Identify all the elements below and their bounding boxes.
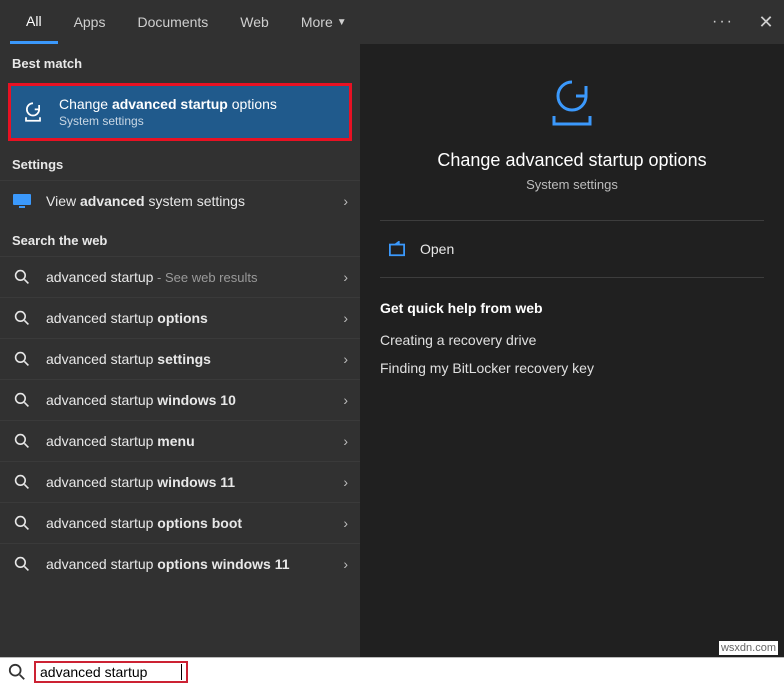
- help-link[interactable]: Creating a recovery drive: [360, 326, 784, 354]
- chevron-right-icon: ›: [343, 392, 348, 408]
- wr-plain: advanced startup: [46, 556, 157, 572]
- settings-row-pre: View: [46, 193, 80, 209]
- filter-tab-bar: All Apps Documents Web More ▼ ··· ✕: [0, 0, 784, 44]
- preview-pane: Change advanced startup options System s…: [360, 44, 784, 657]
- section-best-match: Best match: [0, 44, 360, 79]
- wr-bold: windows 10: [157, 392, 236, 408]
- search-icon: [12, 431, 32, 451]
- tab-all[interactable]: All: [10, 0, 58, 44]
- best-match-text: Change advanced startup options System s…: [59, 96, 341, 128]
- monitor-icon: [12, 191, 32, 211]
- divider: [380, 220, 764, 221]
- settings-result-row[interactable]: View advanced system settings ›: [0, 180, 360, 221]
- search-input-highlight: [34, 661, 188, 683]
- wr-plain: advanced startup: [46, 351, 157, 367]
- preview-title: Change advanced startup options: [437, 150, 706, 171]
- chevron-right-icon: ›: [343, 474, 348, 490]
- web-result-row[interactable]: advanced startup windows 10 ›: [0, 379, 360, 420]
- web-result-row[interactable]: advanced startup - See web results ›: [0, 256, 360, 297]
- web-result-row[interactable]: advanced startup options ›: [0, 297, 360, 338]
- open-icon: [388, 241, 406, 257]
- recovery-icon: [540, 72, 604, 136]
- tab-more-label: More: [301, 14, 333, 30]
- best-match-result[interactable]: Change advanced startup options System s…: [8, 83, 352, 141]
- help-header: Get quick help from web: [360, 284, 784, 326]
- open-action[interactable]: Open: [360, 227, 784, 271]
- search-icon: [12, 390, 32, 410]
- preview-header: Change advanced startup options System s…: [360, 44, 784, 214]
- text-cursor: [181, 664, 182, 680]
- chevron-right-icon: ›: [343, 269, 348, 285]
- search-icon: [12, 349, 32, 369]
- settings-row-post: system settings: [145, 193, 245, 209]
- bm-title-post: options: [228, 96, 277, 112]
- close-icon[interactable]: ✕: [756, 12, 776, 33]
- windows-search-panel: All Apps Documents Web More ▼ ··· ✕ Best…: [0, 0, 784, 657]
- web-result-row[interactable]: advanced startup windows 11 ›: [0, 461, 360, 502]
- open-label: Open: [420, 241, 454, 257]
- wr-bold: settings: [157, 351, 211, 367]
- search-icon: [12, 554, 32, 574]
- wr-plain: advanced startup: [46, 392, 157, 408]
- chevron-down-icon: ▼: [337, 17, 347, 28]
- tab-apps[interactable]: Apps: [58, 0, 122, 44]
- watermark: wsxdn.com: [719, 641, 778, 655]
- wr-plain: advanced startup: [46, 310, 157, 326]
- chevron-right-icon: ›: [343, 515, 348, 531]
- wr-muted: - See web results: [153, 270, 257, 285]
- tab-documents[interactable]: Documents: [121, 0, 224, 44]
- wr-plain: advanced startup: [46, 474, 157, 490]
- results-list-pane: Best match Change advanced startup optio…: [0, 44, 360, 657]
- section-search-web: Search the web: [0, 221, 360, 256]
- chevron-right-icon: ›: [343, 310, 348, 326]
- wr-bold: menu: [157, 433, 194, 449]
- search-input[interactable]: [40, 664, 180, 680]
- tab-web[interactable]: Web: [224, 0, 285, 44]
- results-body: Best match Change advanced startup optio…: [0, 44, 784, 657]
- section-settings: Settings: [0, 145, 360, 180]
- wr-bold: options: [157, 310, 208, 326]
- chevron-right-icon: ›: [343, 433, 348, 449]
- settings-row-bold: advanced: [80, 193, 145, 209]
- bm-title-pre: Change: [59, 96, 112, 112]
- web-result-row[interactable]: advanced startup options windows 11 ›: [0, 543, 360, 584]
- wr-bold: options windows 11: [157, 556, 289, 572]
- chevron-right-icon: ›: [343, 193, 348, 209]
- web-result-row[interactable]: advanced startup menu ›: [0, 420, 360, 461]
- wr-bold: options boot: [157, 515, 242, 531]
- search-icon: [12, 472, 32, 492]
- more-options-icon[interactable]: ···: [712, 13, 734, 31]
- search-icon: [12, 308, 32, 328]
- search-icon: [8, 663, 26, 681]
- help-link[interactable]: Finding my BitLocker recovery key: [360, 354, 784, 382]
- search-icon: [12, 267, 32, 287]
- wr-plain: advanced startup: [46, 515, 157, 531]
- tab-more[interactable]: More ▼: [285, 0, 363, 44]
- divider: [380, 277, 764, 278]
- bm-subtitle: System settings: [59, 114, 341, 128]
- chevron-right-icon: ›: [343, 351, 348, 367]
- search-bar: [0, 657, 784, 685]
- web-result-row[interactable]: advanced startup settings ›: [0, 338, 360, 379]
- preview-subtitle: System settings: [526, 177, 618, 192]
- bm-title-bold: advanced startup: [112, 96, 228, 112]
- recovery-icon: [19, 98, 47, 126]
- chevron-right-icon: ›: [343, 556, 348, 572]
- wr-bold: windows 11: [157, 474, 235, 490]
- web-result-row[interactable]: advanced startup options boot ›: [0, 502, 360, 543]
- wr-plain: advanced startup: [46, 433, 157, 449]
- search-icon: [12, 513, 32, 533]
- wr-plain: advanced startup: [46, 269, 153, 285]
